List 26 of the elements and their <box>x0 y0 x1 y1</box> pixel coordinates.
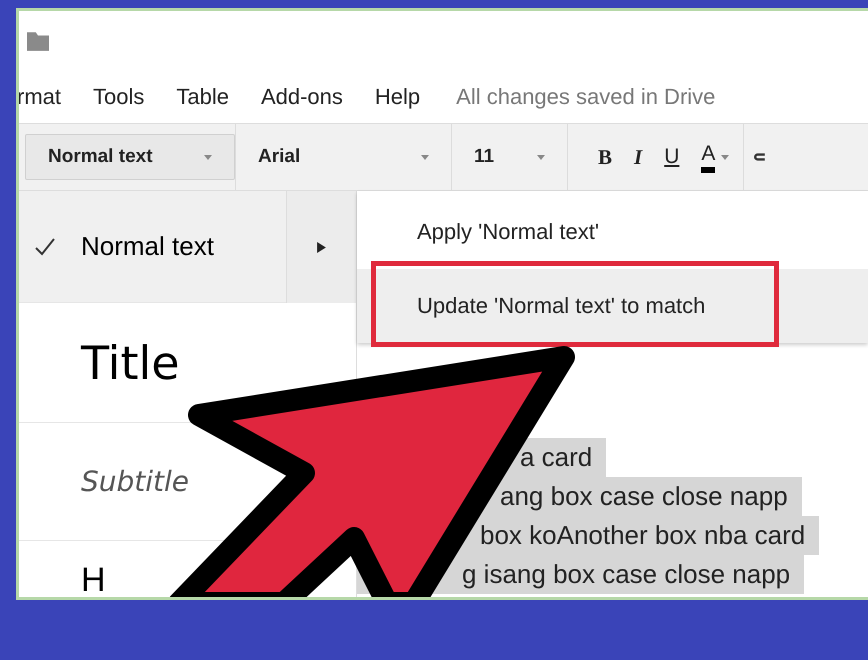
folder-icon[interactable] <box>27 31 49 51</box>
style-option[interactable]: Title <box>81 336 180 390</box>
size-dropdown[interactable]: 11 <box>452 134 567 180</box>
text-color-button[interactable]: A <box>701 141 716 173</box>
italic-button[interactable]: I <box>634 144 642 170</box>
caret-icon <box>537 154 545 160</box>
save-status: All changes saved in Drive <box>456 84 716 110</box>
check-icon <box>35 238 55 256</box>
menu-item[interactable]: Tools <box>93 84 144 110</box>
menu-option[interactable]: Apply 'Normal text' <box>357 195 868 269</box>
underline-button[interactable]: U <box>664 145 680 169</box>
style-option[interactable]: Subtitle <box>81 465 190 498</box>
menu-item[interactable]: Table <box>176 84 229 110</box>
menu-option[interactable]: Update 'Normal text' to match <box>357 269 868 343</box>
caret-icon <box>721 154 730 160</box>
style-option[interactable]: Normal text <box>19 191 286 303</box>
bold-button[interactable]: B <box>598 144 612 170</box>
link-icon[interactable] <box>754 151 766 163</box>
caret-icon <box>204 154 212 160</box>
font-dropdown[interactable]: Arial <box>236 134 451 180</box>
menu-item[interactable]: Help <box>374 84 420 110</box>
menu-item[interactable]: Add-ons <box>260 84 343 110</box>
caret-icon <box>421 154 429 160</box>
triangle-right-icon <box>316 242 327 252</box>
style-option[interactable]: H <box>81 561 106 597</box>
style-dropdown[interactable]: Normal text <box>25 134 235 180</box>
